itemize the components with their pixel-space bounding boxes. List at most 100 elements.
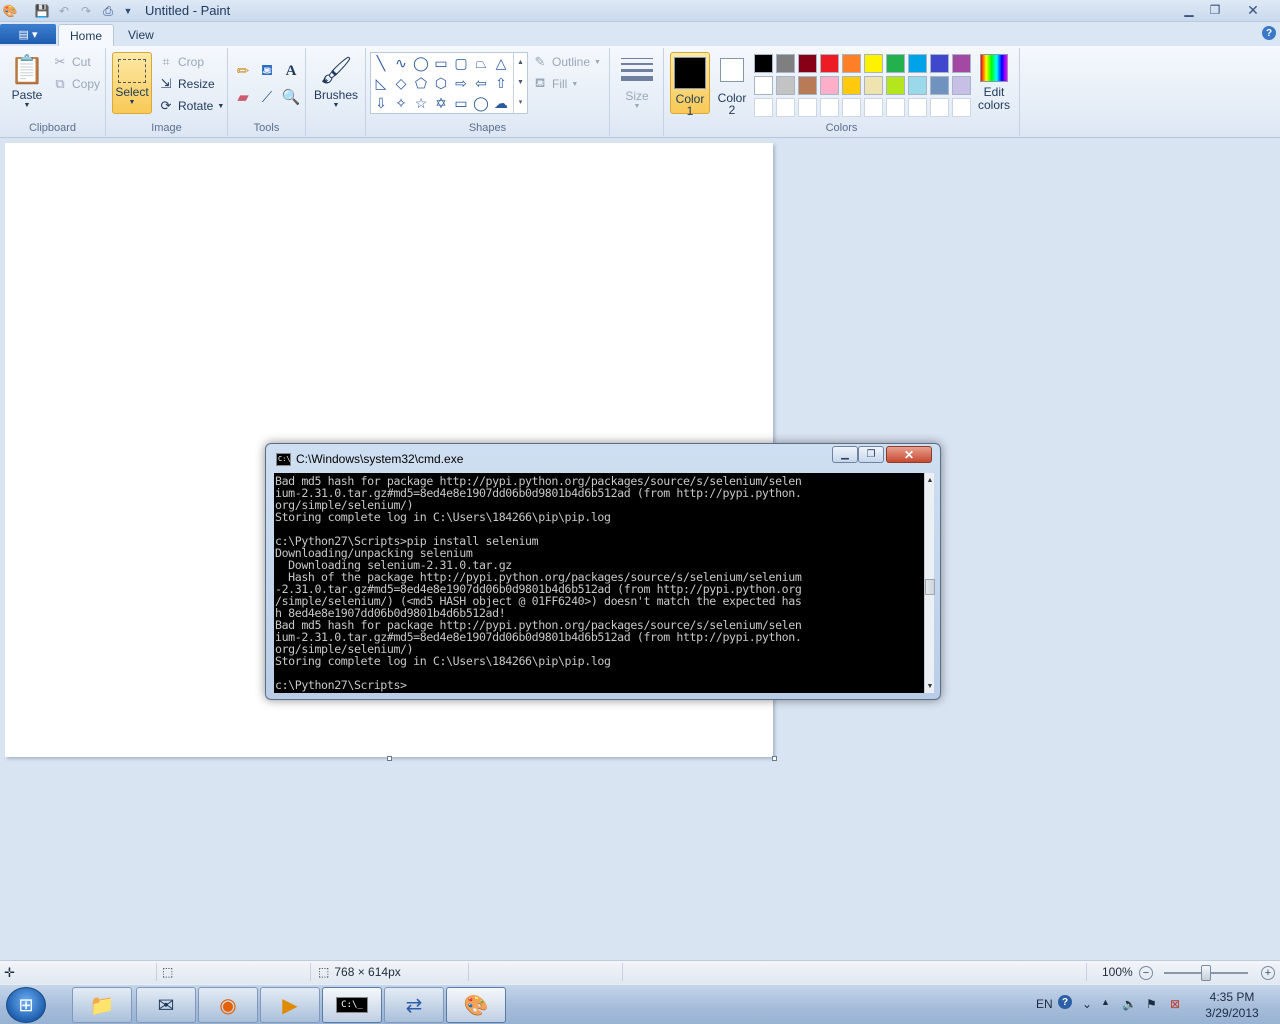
- text-tool-icon[interactable]: A: [280, 60, 302, 82]
- oval-callout-shape-icon[interactable]: ◯: [471, 93, 491, 113]
- palette-swatch[interactable]: [886, 54, 905, 73]
- fill-bucket-icon[interactable]: ⛾: [256, 60, 278, 82]
- redo-icon[interactable]: ↷: [78, 3, 94, 19]
- palette-swatch[interactable]: [864, 76, 883, 95]
- palette-swatch[interactable]: [776, 98, 795, 117]
- polygon-shape-icon[interactable]: ⏢: [471, 53, 491, 73]
- outline-button[interactable]: ✎ Outline ▼: [532, 52, 601, 72]
- palette-swatch[interactable]: [754, 98, 773, 117]
- cmd-close-button[interactable]: ✕: [886, 446, 932, 463]
- resize-button[interactable]: ⇲ Resize: [158, 74, 215, 94]
- cloud-callout-shape-icon[interactable]: ☁: [491, 93, 511, 113]
- cmd-minimize-button[interactable]: ▁: [832, 446, 858, 463]
- color-2-button[interactable]: Color 2: [712, 52, 752, 116]
- cmd-taskbar-button[interactable]: C:\_: [322, 987, 382, 1023]
- rectangle-shape-icon[interactable]: ▭: [431, 53, 451, 73]
- palette-swatch[interactable]: [798, 98, 817, 117]
- palette-swatch[interactable]: [842, 76, 861, 95]
- scroll-up-icon[interactable]: ▲: [925, 473, 935, 487]
- rounded-rectangle-shape-icon[interactable]: ▢: [451, 53, 471, 73]
- edit-colors-button[interactable]: Edit colors: [974, 52, 1014, 112]
- copy-button[interactable]: ⧉ Copy: [52, 74, 100, 94]
- start-button[interactable]: ⊞: [6, 987, 46, 1023]
- scroll-down-icon[interactable]: ▼: [925, 679, 935, 693]
- palette-swatch[interactable]: [864, 98, 883, 117]
- canvas-resize-handle-bottom[interactable]: [387, 756, 392, 761]
- palette-swatch[interactable]: [798, 54, 817, 73]
- up-arrow-shape-icon[interactable]: ⇧: [491, 73, 511, 93]
- palette-swatch[interactable]: [952, 76, 971, 95]
- palette-swatch[interactable]: [908, 54, 927, 73]
- brushes-button[interactable]: 🖌 Brushes ▼: [312, 52, 360, 109]
- zoom-slider-thumb[interactable]: [1201, 965, 1211, 981]
- media-player-taskbar-button[interactable]: ▶: [260, 987, 320, 1023]
- color-1-button[interactable]: Color 1: [670, 52, 710, 117]
- print-icon[interactable]: ⎙: [100, 3, 116, 19]
- palette-swatch[interactable]: [820, 98, 839, 117]
- paint-taskbar-button[interactable]: 🎨: [446, 987, 506, 1023]
- crop-button[interactable]: ⌗ Crop: [158, 52, 204, 72]
- select-button[interactable]: Select ▼: [112, 52, 152, 114]
- outlook-taskbar-button[interactable]: ✉: [136, 987, 196, 1023]
- language-indicator[interactable]: EN: [1036, 997, 1053, 1011]
- left-arrow-shape-icon[interactable]: ⇦: [471, 73, 491, 93]
- console-output-area[interactable]: Bad md5 hash for package http://pypi.pyt…: [274, 473, 924, 693]
- remote-taskbar-button[interactable]: ⇄: [384, 987, 444, 1023]
- language-bar-icon[interactable]: ⌄: [1082, 997, 1092, 1011]
- size-button[interactable]: Size ▼: [616, 52, 658, 110]
- gallery-scrollbar[interactable]: ▲ ▼ ▾: [513, 53, 527, 113]
- palette-swatch[interactable]: [798, 76, 817, 95]
- clock[interactable]: 4:35 PM 3/29/2013: [1196, 989, 1268, 1021]
- rotate-button[interactable]: ⟳ Rotate ▼: [158, 96, 225, 116]
- undo-icon[interactable]: ↶: [56, 3, 72, 19]
- palette-swatch[interactable]: [930, 76, 949, 95]
- palette-swatch[interactable]: [864, 54, 883, 73]
- cut-button[interactable]: ✂ Cut: [52, 52, 91, 72]
- cmd-maximize-button[interactable]: ❐: [858, 446, 884, 463]
- canvas-resize-handle-corner[interactable]: [772, 756, 777, 761]
- palette-swatch[interactable]: [776, 54, 795, 73]
- right-arrow-shape-icon[interactable]: ⇨: [451, 73, 471, 93]
- palette-swatch[interactable]: [754, 76, 773, 95]
- pentagon-shape-icon[interactable]: ⬠: [411, 73, 431, 93]
- palette-swatch[interactable]: [952, 54, 971, 73]
- paint-app-icon[interactable]: 🎨: [2, 3, 18, 19]
- eraser-icon[interactable]: ▰: [232, 86, 254, 108]
- help-icon[interactable]: ?: [1058, 995, 1072, 1009]
- minimize-button[interactable]: ▁: [1176, 1, 1202, 19]
- four-point-star-shape-icon[interactable]: ✧: [391, 93, 411, 113]
- paint-menu-button[interactable]: ▤ ▾: [0, 24, 56, 44]
- down-arrow-shape-icon[interactable]: ⇩: [371, 93, 391, 113]
- rounded-callout-shape-icon[interactable]: ▭: [451, 93, 471, 113]
- show-hidden-icons-icon[interactable]: ▲: [1101, 997, 1110, 1007]
- color-picker-icon[interactable]: ⟋: [256, 86, 278, 108]
- customize-quick-access-icon[interactable]: ▼: [120, 3, 136, 19]
- triangle-shape-icon[interactable]: △: [491, 53, 511, 73]
- palette-swatch[interactable]: [754, 54, 773, 73]
- diamond-shape-icon[interactable]: ◇: [391, 73, 411, 93]
- palette-swatch[interactable]: [842, 54, 861, 73]
- fill-button[interactable]: ⛾ Fill ▼: [532, 74, 579, 94]
- oval-shape-icon[interactable]: ◯: [411, 53, 431, 73]
- palette-swatch[interactable]: [820, 76, 839, 95]
- pencil-icon[interactable]: ✏: [232, 60, 254, 82]
- zoom-out-icon[interactable]: −: [1139, 966, 1153, 980]
- shapes-gallery[interactable]: ╲ ∿ ◯ ▭ ▢ ⏢ △ ◺ ◇ ⬠ ⬡ ⇨ ⇦ ⇧ ⇩ ✧ ☆ ✡ ▭ ◯ …: [370, 52, 528, 114]
- tab-home[interactable]: Home: [58, 24, 115, 46]
- explorer-taskbar-button[interactable]: 📁: [72, 987, 132, 1023]
- maximize-button[interactable]: ❐: [1202, 1, 1228, 19]
- volume-icon[interactable]: 🔈: [1122, 997, 1137, 1011]
- save-icon[interactable]: 💾: [34, 3, 50, 19]
- tab-view[interactable]: View: [117, 24, 165, 46]
- line-shape-icon[interactable]: ╲: [371, 53, 391, 73]
- zoom-in-icon[interactable]: +: [1261, 966, 1275, 980]
- scrollbar-thumb[interactable]: [925, 579, 935, 595]
- five-point-star-shape-icon[interactable]: ☆: [411, 93, 431, 113]
- palette-swatch[interactable]: [820, 54, 839, 73]
- palette-swatch[interactable]: [842, 98, 861, 117]
- palette-swatch[interactable]: [776, 76, 795, 95]
- hexagon-shape-icon[interactable]: ⬡: [431, 73, 451, 93]
- right-triangle-shape-icon[interactable]: ◺: [371, 73, 391, 93]
- action-center-icon[interactable]: ⚑: [1146, 997, 1157, 1011]
- network-disconnected-icon[interactable]: ⊠: [1170, 997, 1180, 1011]
